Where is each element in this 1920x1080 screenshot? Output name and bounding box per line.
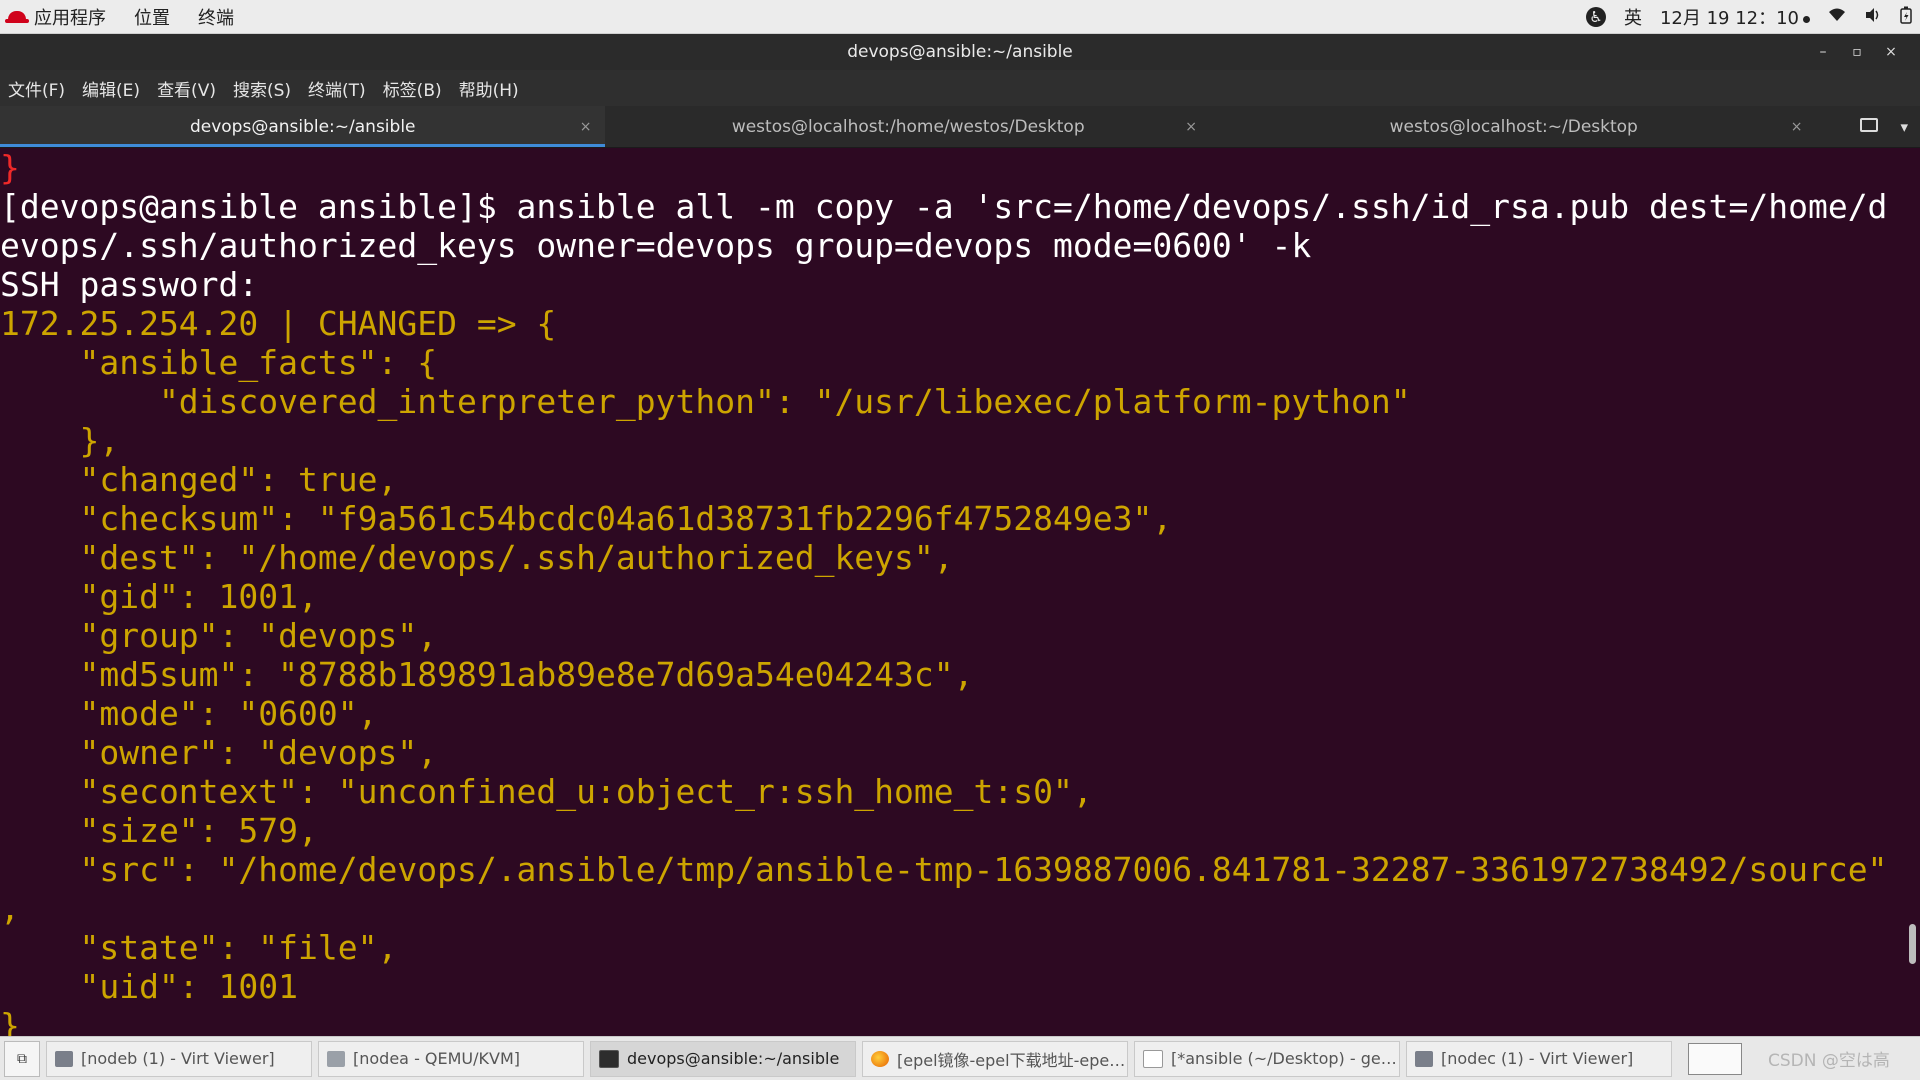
qemu-icon: [327, 1050, 345, 1067]
terminal-line: evops/.ssh/authorized_keys owner=devops …: [0, 226, 1312, 265]
tab-close-icon[interactable]: ×: [1791, 119, 1803, 135]
terminal-line: "mode": "0600",: [0, 694, 378, 733]
tab-close-icon[interactable]: ×: [580, 119, 592, 135]
taskbar: ⧉ [nodeb (1) - Virt Viewer] [nodea - QEM…: [0, 1036, 1920, 1080]
taskbar-item-nodec[interactable]: [nodec (1) - Virt Viewer]: [1406, 1040, 1672, 1077]
taskbar-item-nodeb[interactable]: [nodeb (1) - Virt Viewer]: [46, 1040, 312, 1077]
taskbar-item-label: [nodeb (1) - Virt Viewer]: [81, 1049, 275, 1068]
tab-list-dropdown-icon[interactable]: ▾: [1900, 118, 1908, 136]
terminal-line: },: [0, 421, 120, 460]
terminal-line: [devops@ansible ansible]$ ansible all -m…: [0, 187, 1888, 226]
tab-westos-home-desktop[interactable]: westos@localhost:/home/westos/Desktop ×: [605, 106, 1210, 147]
terminal-line: "group": "devops",: [0, 616, 438, 655]
terminal-app-menu[interactable]: 终端: [198, 4, 234, 30]
volume-icon[interactable]: [1864, 7, 1882, 28]
terminal-line: }: [0, 148, 20, 187]
accessibility-icon[interactable]: ♿: [1585, 7, 1606, 27]
tab-label: westos@localhost:~/Desktop: [1389, 116, 1638, 137]
terminal-line: "src": "/home/devops/.ansible/tmp/ansibl…: [0, 850, 1888, 889]
terminal-line: "discovered_interpreter_python": "/usr/l…: [0, 382, 1411, 421]
window-title-bar: devops@ansible:~/ansible – ▫ ×: [0, 34, 1920, 70]
terminal-line: "gid": 1001,: [0, 577, 318, 616]
gnome-top-bar: 应用程序 位置 终端 ♿ 英 12月 19 12：10: [0, 0, 1920, 34]
menu-bar: 文件(F) 编辑(E) 查看(V) 搜索(S) 终端(T) 标签(B) 帮助(H…: [0, 70, 1920, 106]
terminal-line: "state": "file",: [0, 928, 398, 967]
terminal-line: "dest": "/home/devops/.ssh/authorized_ke…: [0, 538, 954, 577]
menu-edit[interactable]: 编辑(E): [82, 76, 140, 101]
show-desktop-button[interactable]: ⧉: [4, 1040, 40, 1077]
taskbar-item-label: [nodea - QEMU/KVM]: [353, 1049, 521, 1068]
clock[interactable]: 12月 19 12：10: [1660, 4, 1810, 30]
menu-file[interactable]: 文件(F): [8, 76, 65, 101]
minimize-button[interactable]: –: [1806, 44, 1840, 60]
clock-text: 12月 19 12：10: [1659, 8, 1799, 29]
taskbar-item-gedit[interactable]: [*ansible (~/Desktop) - gedit]: [1134, 1040, 1400, 1077]
taskbar-item-label: [nodec (1) - Virt Viewer]: [1441, 1049, 1634, 1068]
tab-devops-ansible[interactable]: devops@ansible:~/ansible ×: [0, 106, 606, 147]
watermark: CSDN @空は高: [1768, 1051, 1890, 1071]
input-method-indicator[interactable]: 英: [1624, 4, 1642, 30]
menu-help[interactable]: 帮助(H): [459, 76, 519, 101]
applications-menu[interactable]: 应用程序: [5, 4, 106, 30]
tab-westos-desktop[interactable]: westos@localhost:~/Desktop ×: [1211, 106, 1816, 147]
terminal-line: "size": 579,: [0, 811, 318, 850]
taskbar-item-label: devops@ansible:~/ansible: [627, 1049, 840, 1068]
tab-label: devops@ansible:~/ansible: [189, 116, 416, 137]
taskbar-item-label: [*ansible (~/Desktop) - gedit]: [1171, 1049, 1399, 1068]
terminal-line: "ansible_facts": {: [0, 343, 438, 382]
terminal-scrollbar[interactable]: [1909, 924, 1916, 964]
terminal-line: "changed": true,: [0, 460, 398, 499]
terminal-line: "md5sum": "8788b189891ab89e8e7d69a54e042…: [0, 655, 974, 694]
battery-icon[interactable]: [1900, 6, 1912, 29]
terminal-line: "secontext": "unconfined_u:object_r:ssh_…: [0, 772, 1093, 811]
maximize-button[interactable]: ▫: [1840, 44, 1874, 60]
taskbar-item-nodea[interactable]: [nodea - QEMU/KVM]: [318, 1040, 584, 1077]
close-window-button[interactable]: ×: [1874, 44, 1908, 60]
terminal-line: "owner": "devops",: [0, 733, 438, 772]
workspace-switcher[interactable]: [1688, 1042, 1742, 1075]
window-title: devops@ansible:~/ansible: [847, 42, 1073, 62]
redhat-logo-icon: [5, 10, 29, 23]
menu-tabs[interactable]: 标签(B): [383, 76, 442, 101]
terminal-line: SSH password:: [0, 265, 259, 304]
terminal-line: 172.25.254.20 | CHANGED => {: [0, 304, 557, 343]
tab-close-icon[interactable]: ×: [1185, 119, 1197, 135]
new-tab-icon[interactable]: [1838, 117, 1879, 136]
applications-label: 应用程序: [34, 7, 106, 29]
tab-label: westos@localhost:/home/westos/Desktop: [731, 116, 1085, 137]
terminal-line: "uid": 1001: [0, 967, 299, 1006]
menu-view[interactable]: 查看(V): [157, 76, 216, 101]
wifi-icon[interactable]: [1828, 7, 1846, 28]
taskbar-item-firefox[interactable]: [epel镜像-epel下载地址-epe…: [862, 1040, 1128, 1077]
places-menu[interactable]: 位置: [134, 4, 170, 30]
menu-terminal[interactable]: 终端(T): [308, 76, 366, 101]
terminal-line: ,: [0, 889, 20, 928]
tab-bar: devops@ansible:~/ansible × westos@localh…: [0, 106, 1920, 148]
terminal-line: "checksum": "f9a561c54bcdc04a61d38731fb2…: [0, 499, 1173, 538]
taskbar-item-label: [epel镜像-epel下载地址-epe…: [897, 1050, 1126, 1070]
terminal-output[interactable]: } [devops@ansible ansible]$ ansible all -…: [0, 148, 1920, 1036]
menu-search[interactable]: 搜索(S): [233, 76, 291, 101]
taskbar-item-terminal[interactable]: devops@ansible:~/ansible: [590, 1040, 856, 1077]
terminal-icon: [599, 1049, 619, 1068]
monitor-icon: [55, 1050, 73, 1067]
notification-dot-icon: [1803, 15, 1810, 23]
gedit-icon: [1143, 1049, 1163, 1068]
terminal-line: }: [0, 1006, 20, 1036]
monitor-icon: [1415, 1050, 1433, 1067]
firefox-icon: [871, 1050, 889, 1067]
